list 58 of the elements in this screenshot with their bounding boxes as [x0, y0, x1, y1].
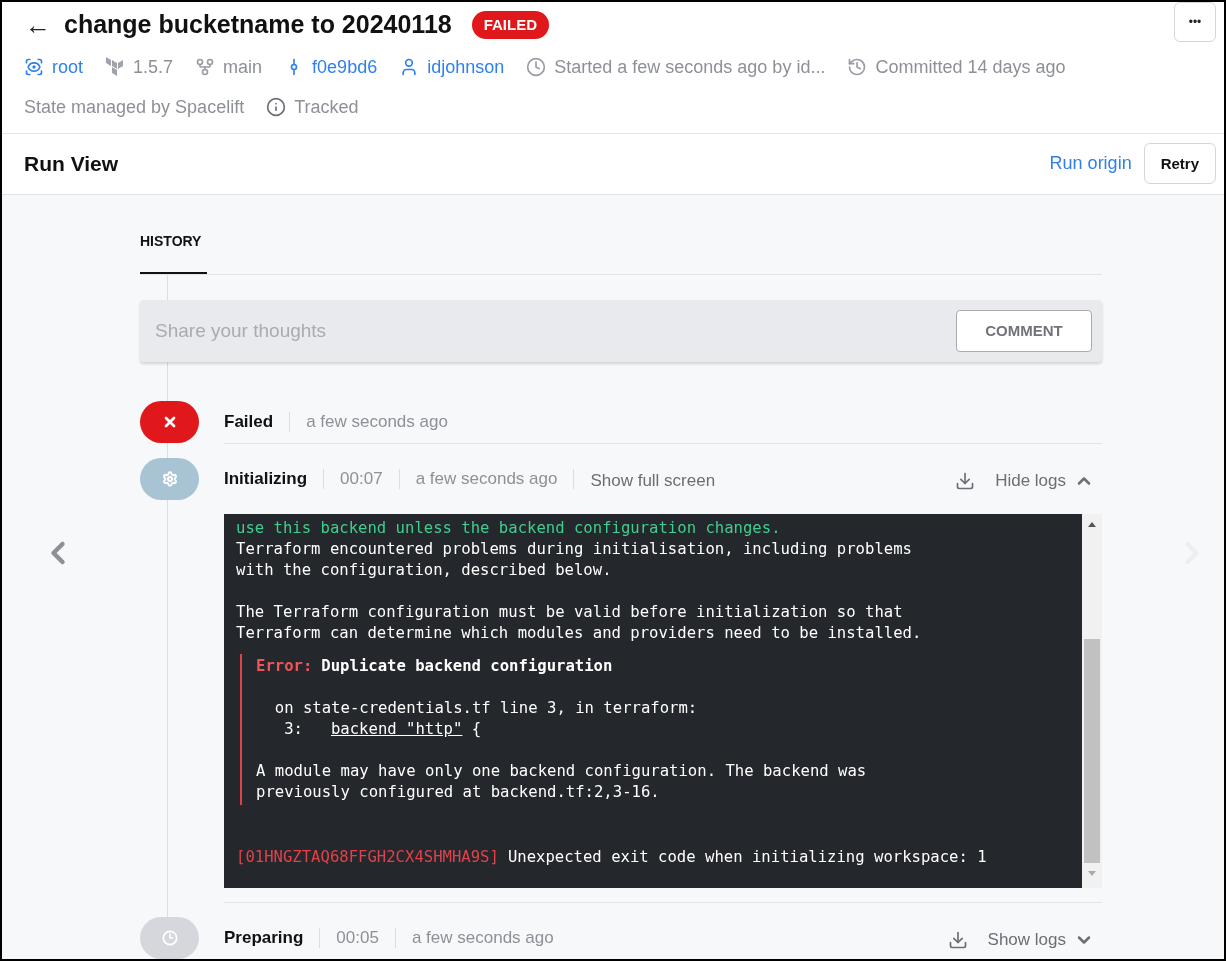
log-line: Terraform encountered problems during initialisation, including problems — [236, 539, 913, 560]
meta-text: main — [223, 55, 263, 79]
meta-link[interactable]: idjohnson — [427, 53, 505, 81]
branch-icon — [195, 57, 216, 77]
line-number: 3: — [283, 719, 303, 740]
meta-text: 1.5.7 — [133, 55, 174, 79]
run-origin-link[interactable]: Run origin — [1049, 150, 1132, 178]
meta-text: State managed by Spacelift — [24, 95, 245, 119]
meta-text: Started a few seconds ago by id... — [554, 55, 826, 79]
error-title: Duplicate backend configuration — [321, 656, 613, 677]
log-line: previously configured at backend.tf:2,3-16. — [256, 782, 661, 803]
scrollbar-thumb[interactable] — [1084, 639, 1100, 863]
scroll-down-icon[interactable] — [1088, 871, 1096, 876]
run-title: change bucketname to 20240118 — [64, 9, 452, 40]
run-id: [01HNGZTAQ68FFGH2CX4SHMHA9S] — [236, 847, 499, 868]
show-full-screen-link[interactable]: Show full screen — [590, 464, 716, 494]
logs-toggle[interactable]: Show logs — [947, 923, 1094, 953]
log-line: on state-credentials.tf line 3, in terraform: — [273, 698, 699, 719]
gear-status-icon — [140, 458, 199, 500]
meta-link[interactable]: f0e9bd6 — [312, 53, 378, 81]
meta-text: Tracked — [294, 95, 359, 119]
step-time: a few seconds ago — [306, 411, 448, 434]
step-duration: 00:07 — [340, 468, 383, 491]
meta-link[interactable]: root — [52, 53, 84, 81]
code-brace: { — [470, 719, 482, 740]
code-snippet: backend "http" — [330, 719, 463, 740]
step-duration: 00:05 — [336, 927, 379, 950]
stack-icon — [24, 57, 44, 77]
download-icon — [947, 930, 968, 950]
download-icon — [955, 471, 976, 491]
back-button[interactable]: ← — [24, 11, 52, 38]
comment-button[interactable]: COMMENT — [956, 310, 1092, 352]
step-label: Initializing — [224, 468, 308, 491]
log-line: Terraform can determine which modules and providers need to be installed. — [236, 623, 923, 644]
terraform-logo-icon — [105, 57, 126, 77]
section-title: Run View — [24, 151, 120, 177]
log-line: use this backend unless the backend configuration changes. — [236, 518, 782, 539]
history-tab[interactable]: HISTORY — [140, 231, 207, 274]
log-line: Unexpected exit code when initializing workspace: 1 — [507, 847, 987, 868]
log-line: with the configuration, described below. — [236, 560, 613, 581]
log-line: A module may have only one backend configuration. The backend was — [256, 761, 868, 782]
comment-field[interactable]: Share your thoughts COMMENT — [140, 300, 1102, 362]
status-badge: FAILED — [471, 10, 550, 39]
step-label: Preparing — [224, 927, 304, 950]
logs-toggle[interactable]: Hide logs — [955, 464, 1094, 494]
meta-text: Committed 14 days ago — [875, 55, 1066, 79]
error-label: Error: — [256, 656, 313, 677]
retry-button[interactable]: Retry — [1143, 143, 1216, 185]
step-label: Failed — [224, 411, 274, 434]
scroll-up-icon[interactable] — [1088, 522, 1096, 527]
clock-icon — [526, 57, 547, 77]
failed-status-icon — [140, 401, 199, 443]
more-button[interactable]: ••• — [1174, 2, 1216, 42]
history-icon — [847, 57, 868, 77]
step-time: a few seconds ago — [415, 468, 558, 491]
step-time: a few seconds ago — [411, 927, 554, 950]
log-line: The Terraform configuration must be valid before initialization so that — [236, 602, 904, 623]
info-icon — [266, 97, 287, 117]
